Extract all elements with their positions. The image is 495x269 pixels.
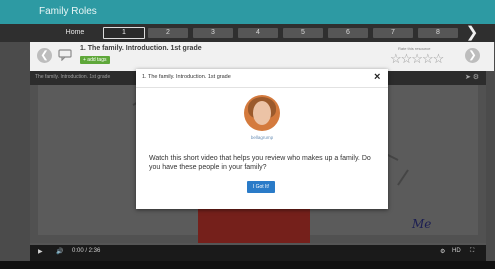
time-display: 0:00 / 2:36 <box>72 248 101 254</box>
lesson-title: 1. The family. Introduction. 1st grade <box>80 45 202 52</box>
comment-icon[interactable] <box>58 49 72 61</box>
page-button-1[interactable]: 1 <box>103 27 145 39</box>
intro-dialog: 1. The family. Introduction. 1st grade ×… <box>136 69 388 209</box>
page-button-6[interactable]: 6 <box>328 28 368 38</box>
play-icon[interactable]: ▶ <box>38 248 43 255</box>
fullscreen-icon[interactable]: ⛶ <box>470 248 474 255</box>
app-title-bar: Family Roles <box>0 0 495 24</box>
player-controls: ▶ 🔊 0:00 / 2:36 ⚙ HD ⛶ <box>30 243 486 261</box>
close-icon[interactable]: × <box>374 71 380 83</box>
avatar <box>244 95 280 131</box>
app-window: Family Roles Home 1 2 3 4 5 6 7 8 ❯ ❮ 1.… <box>0 0 495 269</box>
app-title: Family Roles <box>39 6 97 17</box>
hd-icon[interactable]: HD <box>452 248 461 254</box>
page-button-3[interactable]: 3 <box>193 28 233 38</box>
page-button-5[interactable]: 5 <box>283 28 323 38</box>
page-button-8[interactable]: 8 <box>418 28 458 38</box>
avatar-face <box>253 101 271 125</box>
settings-icon[interactable]: ⚙ <box>440 248 445 255</box>
progress-bar[interactable] <box>30 243 486 245</box>
home-button[interactable]: Home <box>60 28 90 38</box>
volume-icon[interactable]: 🔊 <box>56 248 63 255</box>
chevron-right-icon[interactable]: ❯ <box>465 25 479 41</box>
dialog-header: 1. The family. Introduction. 1st grade × <box>136 69 388 88</box>
add-tags-button[interactable]: + add tags <box>80 56 110 64</box>
dialog-message: Watch this short video that helps you re… <box>149 155 371 171</box>
author-name[interactable]: bellagrump <box>136 135 388 140</box>
bottom-edge <box>0 261 495 269</box>
page-button-2[interactable]: 2 <box>148 28 188 38</box>
dialog-title: 1. The family. Introduction. 1st grade <box>142 74 231 80</box>
previous-lesson-button[interactable]: ❮ <box>37 48 52 63</box>
got-it-button[interactable]: I Got It! <box>247 181 275 193</box>
next-lesson-button[interactable]: ❯ <box>465 48 480 63</box>
page-button-4[interactable]: 4 <box>238 28 278 38</box>
rating-stars[interactable]: ☆☆☆☆☆ <box>390 51 444 67</box>
page-button-7[interactable]: 7 <box>373 28 413 38</box>
page-nav-bar: Home 1 2 3 4 5 6 7 8 <box>0 24 495 42</box>
